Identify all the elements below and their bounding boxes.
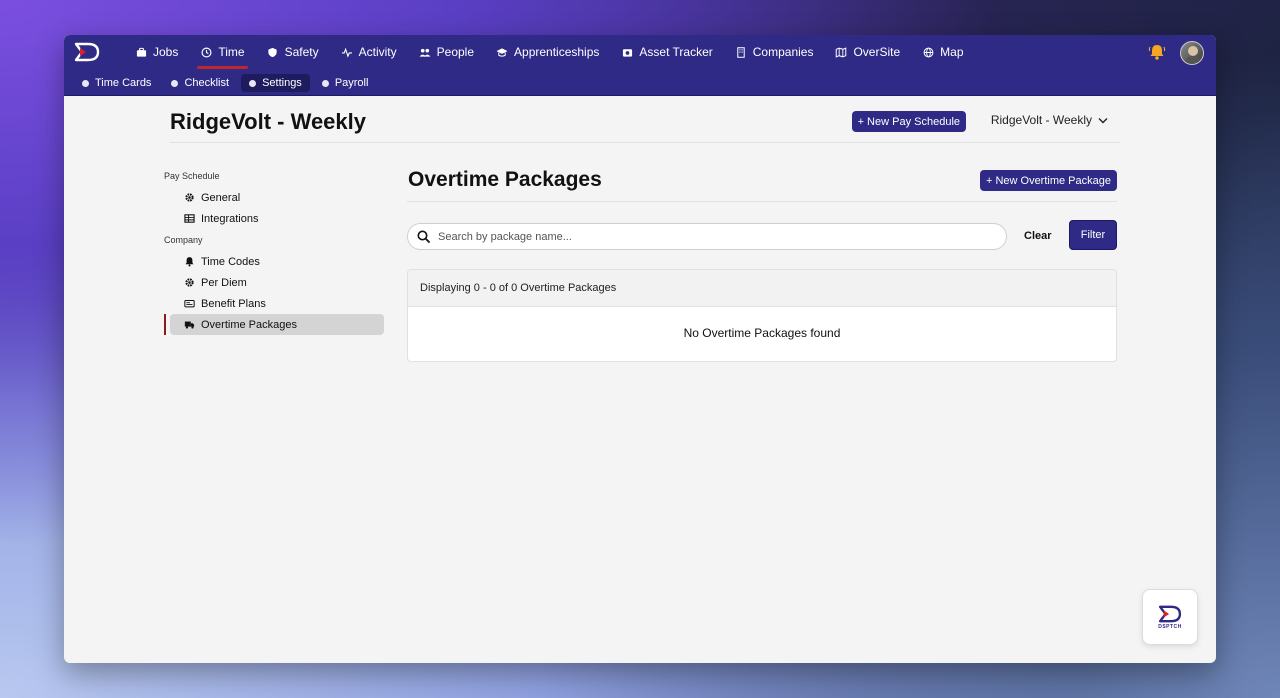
page-title: RidgeVolt - Weekly [170,109,367,134]
camera-box-icon [621,46,633,58]
subnav-settings[interactable]: Settings [241,74,310,92]
subnav-label: Time Cards [95,77,152,89]
nav-label: Map [940,45,964,59]
nav-label: Asset Tracker [639,45,713,59]
dot-icon [171,79,179,87]
user-avatar[interactable] [1180,41,1204,65]
empty-state-message: No Overtime Packages found [683,326,841,340]
sidebar-item-per-diem[interactable]: Per Diem [170,272,384,293]
gear-icon [184,277,195,288]
sidebar-item-integrations[interactable]: Integrations [170,208,384,229]
sidebar-item-benefit-plans[interactable]: Benefit Plans [170,293,384,314]
sidebar-item-label: General [201,191,241,204]
sidebar-heading-company: Company [164,235,203,245]
sidebar-item-label: Overtime Packages [201,318,297,331]
nav-asset-tracker[interactable]: Asset Tracker [610,35,723,69]
nav-companies[interactable]: Companies [724,35,825,69]
bell-icon [184,256,195,267]
card-icon [184,298,195,309]
nav-map[interactable]: Map [911,35,974,69]
nav-label: Activity [358,45,397,59]
sidebar-item-label: Integrations [201,212,259,225]
truck-icon [184,319,195,330]
map-book-icon [835,46,847,58]
filter-button[interactable]: Filter [1069,220,1117,250]
nav-label: Time [218,45,245,59]
nav-jobs[interactable]: Jobs [124,35,189,69]
activity-icon [341,46,353,58]
subnav-payroll[interactable]: Payroll [314,74,377,92]
globe-icon [922,46,934,58]
overtime-packages-table: Displaying 0 - 0 of 0 Overtime Packages … [407,269,1117,362]
nav-label: People [436,45,475,59]
briefcase-icon [135,46,147,58]
nav-label: Safety [284,45,319,59]
dot-icon [82,79,89,87]
subnav-time-cards[interactable]: Time Cards [74,74,159,92]
divider [407,201,1117,202]
nav-label: Apprenticeships [514,45,600,59]
subnav-label: Payroll [334,77,369,89]
top-navbar: Jobs Time Safety Activity People Apprent… [64,35,1216,96]
app-window: Jobs Time Safety Activity People Apprent… [64,35,1216,663]
clock-icon [200,46,212,58]
time-subnav: Time Cards Checklist Settings Payroll [74,74,376,92]
sidebar-item-time-codes[interactable]: Time Codes [170,251,384,272]
page-header: RidgeVolt - Weekly + New Pay Schedule Ri… [170,107,1120,143]
dot-icon [249,79,257,87]
nav-apprenticeships[interactable]: Apprenticeships [485,35,610,69]
dsptch-logo-icon [1158,605,1182,622]
table-icon [184,213,195,224]
nav-time[interactable]: Time [189,35,255,69]
dsptch-logo[interactable] [74,42,100,62]
main-nav: Jobs Time Safety Activity People Apprent… [124,35,975,69]
chevron-down-icon [1098,117,1108,123]
new-pay-schedule-button[interactable]: + New Pay Schedule [851,111,966,132]
subnav-label: Settings [262,77,302,89]
notification-bell-icon[interactable] [1148,43,1166,61]
nav-label: OverSite [853,45,901,59]
table-summary: Displaying 0 - 0 of 0 Overtime Packages [408,270,1116,307]
graduation-cap-icon [496,46,508,58]
clear-button[interactable]: Clear [1018,226,1058,246]
nav-label: Jobs [153,45,179,59]
sidebar-heading-pay-schedule: Pay Schedule [164,171,220,181]
sidebar-item-label: Time Codes [201,255,260,268]
people-icon [419,46,431,58]
gear-icon [184,192,195,203]
section-title: Overtime Packages [408,168,602,191]
pay-schedule-select[interactable]: RidgeVolt - Weekly [991,113,1108,127]
nav-oversite[interactable]: OverSite [824,35,911,69]
dsptch-support-button[interactable]: DSPTCH [1142,589,1198,645]
sidebar-item-label: Benefit Plans [201,297,266,310]
search-box[interactable] [407,223,1007,250]
sidebar-item-general[interactable]: General [170,187,384,208]
settings-sidebar: Pay Schedule General Integrations Compan… [164,171,384,335]
sidebar-item-overtime-packages[interactable]: Overtime Packages [164,314,384,335]
nav-people[interactable]: People [408,35,485,69]
pay-schedule-select-value: RidgeVolt - Weekly [990,113,1092,127]
nav-safety[interactable]: Safety [256,35,330,69]
nav-activity[interactable]: Activity [330,35,408,69]
search-input[interactable] [438,230,978,243]
fab-label: DSPTCH [1158,623,1182,630]
shield-icon [267,46,279,58]
building-icon [735,46,747,58]
sidebar-item-label: Per Diem [201,276,247,289]
search-icon [417,230,430,243]
dot-icon [321,79,329,87]
nav-label: Companies [752,45,814,59]
new-overtime-package-button[interactable]: + New Overtime Package [979,170,1117,191]
subnav-checklist[interactable]: Checklist [163,74,237,92]
subnav-label: Checklist [184,77,230,89]
